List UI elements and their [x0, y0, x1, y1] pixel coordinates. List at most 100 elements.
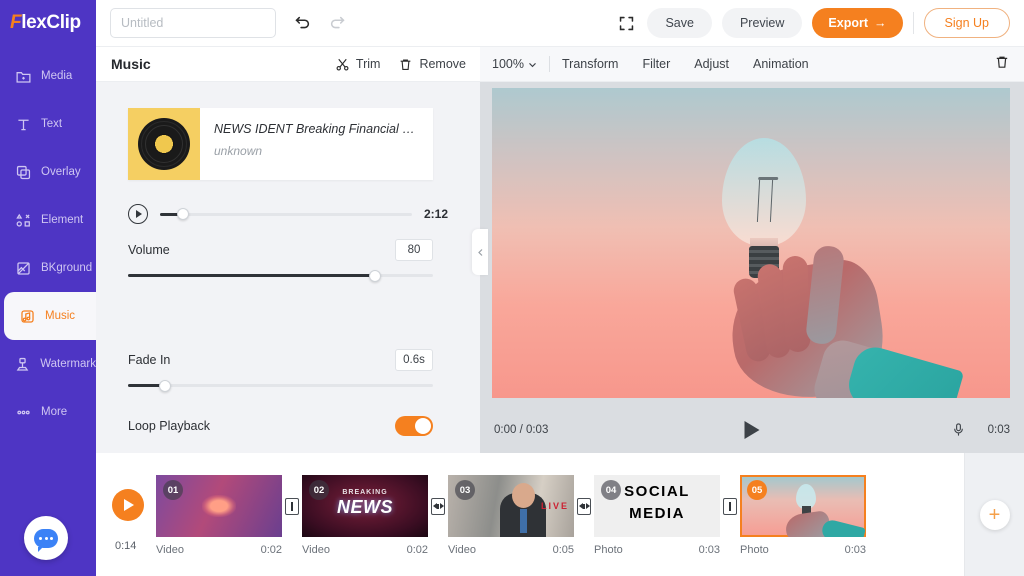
- tab-filter[interactable]: Filter: [642, 57, 670, 71]
- clip-headline-big: NEWS: [337, 497, 393, 517]
- tab-transform[interactable]: Transform: [562, 57, 619, 71]
- sidebar-item-text[interactable]: Text: [0, 100, 96, 148]
- canvas-toolbar: 100% Transform Filter Adjust Animation: [480, 47, 1024, 82]
- transition-slot-4[interactable]: [720, 475, 740, 537]
- clip-duration: 0:05: [552, 544, 574, 556]
- remove-button[interactable]: Remove: [398, 57, 466, 72]
- chat-support-button[interactable]: [24, 516, 68, 560]
- track-duration: 2:12: [423, 207, 448, 221]
- timeline: 0:14 01 Video 0:02 02 BREAKING NEWS Vide…: [96, 453, 1024, 576]
- timeline-clip-02[interactable]: 02 BREAKING NEWS Video 0:02: [302, 475, 428, 556]
- trim-label: Trim: [355, 57, 381, 71]
- preview-canvas[interactable]: [492, 88, 1010, 398]
- project-title-input[interactable]: [110, 8, 276, 38]
- loop-playback-toggle[interactable]: [395, 416, 433, 436]
- preview-right-controls: 0:03: [948, 419, 1010, 441]
- transition-slot-2[interactable]: [428, 475, 448, 537]
- timeline-clip-01[interactable]: 01 Video 0:02: [156, 475, 282, 556]
- watermark-icon: [14, 355, 31, 373]
- preview-time: 0:00 / 0:03: [494, 423, 549, 436]
- timeline-play-button[interactable]: [112, 489, 144, 521]
- clip-line-1: SOCIAL: [624, 483, 690, 500]
- loop-playback-row: Loop Playback: [128, 416, 433, 436]
- music-track-card[interactable]: NEWS IDENT Breaking Financial Highlig… u…: [128, 108, 433, 180]
- track-seek-handle[interactable]: [176, 208, 189, 220]
- clip-line-2: MEDIA: [629, 505, 685, 522]
- fade-in-handle[interactable]: [158, 379, 171, 392]
- sidebar-item-list: Media Text Overlay Element BKground Musi…: [0, 52, 96, 436]
- play-icon: [124, 499, 134, 511]
- album-art: [128, 108, 200, 180]
- track-artist: unknown: [214, 144, 263, 158]
- track-seek-row: 2:12: [128, 204, 448, 224]
- sidebar-item-bkground[interactable]: BKground: [0, 244, 96, 292]
- timeline-clip-04[interactable]: 04 SOCIAL MEDIA Photo 0:03: [594, 475, 720, 556]
- save-button[interactable]: Save: [647, 8, 712, 38]
- logo-letter-f: F: [10, 12, 22, 33]
- track-seek-slider[interactable]: [160, 208, 412, 220]
- clip-type: Video: [448, 544, 476, 556]
- add-clip-button[interactable]: +: [979, 499, 1010, 530]
- trim-button[interactable]: Trim: [335, 57, 381, 72]
- clip-thumbnail[interactable]: 03 LIVE: [448, 475, 574, 537]
- left-sidebar: FlexClip Media Text Overlay Element BKgr…: [0, 0, 96, 576]
- zoom-value: 100%: [492, 57, 524, 71]
- clip-thumbnail[interactable]: 05: [740, 475, 866, 537]
- sidebar-item-more[interactable]: More: [0, 388, 96, 436]
- clip-duration: 0:03: [844, 544, 866, 556]
- sidebar-item-watermark[interactable]: Watermark: [0, 340, 96, 388]
- volume-handle[interactable]: [369, 269, 382, 282]
- clip-type: Photo: [740, 544, 769, 556]
- fade-in-slider[interactable]: [128, 379, 433, 392]
- sidebar-label-media: Media: [41, 70, 73, 82]
- chevron-left-icon: [477, 248, 482, 256]
- delete-element-button[interactable]: [994, 54, 1024, 75]
- export-label: Export: [828, 16, 869, 30]
- volume-value[interactable]: 80: [395, 239, 433, 261]
- transition-cut-icon[interactable]: [285, 497, 299, 515]
- transition-cut-icon[interactable]: [723, 497, 737, 515]
- hand-finger: [782, 255, 811, 353]
- panel-collapse-button[interactable]: [472, 229, 488, 275]
- clip-type: Video: [156, 544, 184, 556]
- export-button[interactable]: Export →: [812, 8, 903, 38]
- volume-label: Volume: [128, 243, 170, 257]
- clip-thumbnail[interactable]: 04 SOCIAL MEDIA: [594, 475, 720, 537]
- transition-slot-3[interactable]: [574, 475, 594, 537]
- fade-in-label: Fade In: [128, 353, 171, 367]
- chevron-down-icon: [529, 62, 536, 67]
- fullscreen-icon[interactable]: [615, 12, 637, 34]
- transition-slot-1[interactable]: [282, 475, 302, 537]
- fade-in-control: Fade In 0.6s: [128, 348, 433, 392]
- tab-adjust[interactable]: Adjust: [694, 57, 729, 71]
- app-logo[interactable]: FlexClip: [10, 12, 81, 34]
- track-play-button[interactable]: [128, 204, 148, 224]
- more-dots-icon: [14, 403, 32, 421]
- redo-icon[interactable]: [328, 13, 348, 33]
- scissors-icon: [336, 58, 349, 70]
- sidebar-item-media[interactable]: Media: [0, 52, 96, 100]
- timeline-clip-03[interactable]: 03 LIVE Video 0:05: [448, 475, 574, 556]
- fade-in-value[interactable]: 0.6s: [395, 349, 433, 371]
- undo-icon[interactable]: [292, 13, 312, 33]
- track-meta: NEWS IDENT Breaking Financial Highlig… u…: [200, 108, 433, 180]
- volume-fill: [128, 274, 376, 277]
- zoom-select[interactable]: 100%: [492, 57, 537, 71]
- sidebar-item-overlay[interactable]: Overlay: [0, 148, 96, 196]
- microphone-icon[interactable]: [948, 419, 970, 441]
- volume-slider[interactable]: [128, 269, 433, 282]
- clip-thumbnail[interactable]: 02 BREAKING NEWS: [302, 475, 428, 537]
- sidebar-item-element[interactable]: Element: [0, 196, 96, 244]
- tab-animation[interactable]: Animation: [753, 57, 809, 71]
- sidebar-item-music[interactable]: Music: [4, 292, 96, 340]
- timeline-clip-05[interactable]: 05 Photo 0:03: [740, 475, 866, 556]
- transition-fade-icon[interactable]: [431, 497, 445, 515]
- panel-title: Music: [111, 56, 151, 72]
- transition-fade-icon[interactable]: [577, 497, 591, 515]
- preview-play-button[interactable]: [744, 420, 760, 439]
- preview-button[interactable]: Preview: [721, 8, 803, 38]
- clip-headline-small: BREAKING: [342, 489, 388, 496]
- clip-thumbnail[interactable]: 01: [156, 475, 282, 537]
- signup-button[interactable]: Sign Up: [923, 8, 1010, 38]
- teal-sleeve: [843, 342, 965, 398]
